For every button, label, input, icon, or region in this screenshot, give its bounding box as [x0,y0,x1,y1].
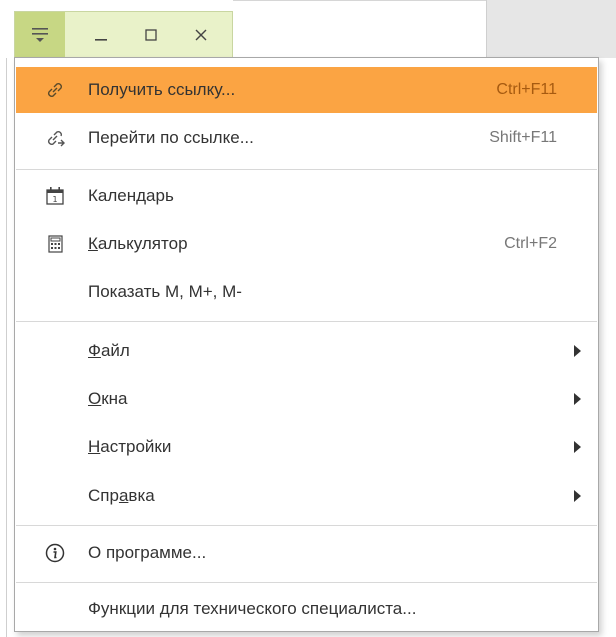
menu-item-tech-functions[interactable]: Функции для технического специалиста... [16,586,597,632]
menu-item-label: Настройки [88,424,171,470]
menu-item-label: О программе... [88,543,207,562]
menu-item-shortcut: Shift+F11 [489,129,557,146]
label-accelerator: К [88,234,98,253]
menu-item-settings[interactable]: Настройки [16,424,597,470]
label-accelerator: О [88,389,102,408]
menu-item-label: Получить ссылку... [88,80,236,99]
goto-link-icon [44,127,66,149]
menu-item-label: Функции для технического специалиста... [88,599,417,618]
svg-text:1: 1 [52,195,57,204]
maximize-button[interactable] [127,12,175,58]
menu-separator [16,169,597,170]
calendar-icon: 1 [44,185,66,207]
label-part: кна [101,389,128,408]
label-part: астройки [100,437,172,456]
menu-item-shortcut: Ctrl+F2 [504,235,557,252]
menu-separator [16,321,597,322]
menu-item-show-memory[interactable]: Показать M, M+, M- [16,269,597,315]
menu-item-about[interactable]: О программе... [16,530,597,576]
minimize-icon [95,39,107,41]
link-icon [44,79,66,101]
window-titlebar [14,11,233,58]
window-left-border [6,58,7,637]
hamburger-dropdown-icon [32,28,48,42]
main-menu-button[interactable] [15,12,65,58]
submenu-arrow-icon [574,393,581,405]
label-accelerator: Н [88,437,101,456]
label-accelerator: Ф [88,341,101,360]
main-dropdown-menu: Получить ссылку... Ctrl+F11 Перейти по с… [14,57,599,632]
menu-item-calculator[interactable]: Калькулятор Ctrl+F2 [16,221,597,267]
menu-item-goto-link[interactable]: Перейти по ссылке... Shift+F11 [16,115,597,161]
minimize-button[interactable] [77,12,125,58]
menu-item-label: Окна [88,376,128,422]
background-panel [486,0,616,58]
menu-item-label: Справка [88,473,155,519]
menu-separator [16,525,597,526]
close-icon [195,29,207,41]
label-part: вка [128,486,155,505]
menu-item-label: Календарь [88,186,174,205]
info-icon [44,542,66,564]
menu-item-label: Показать M, M+, M- [88,282,242,301]
menu-item-shortcut: Ctrl+F11 [496,81,557,98]
submenu-arrow-icon [574,490,581,502]
screen: Получить ссылку... Ctrl+F11 Перейти по с… [0,0,616,637]
close-button[interactable] [177,12,225,58]
menu-item-calendar[interactable]: 1 Календарь [16,173,597,219]
menu-separator [16,582,597,583]
menu-item-label: Перейти по ссылке... [88,128,254,147]
label-part: алькулятор [97,234,188,253]
menu-item-get-link[interactable]: Получить ссылку... Ctrl+F11 [16,67,597,113]
label-accelerator: а [118,486,129,505]
submenu-arrow-icon [574,441,581,453]
menu-item-windows[interactable]: Окна [16,376,597,422]
maximize-icon [145,29,157,41]
label-part: Спр [88,486,119,505]
menu-item-file[interactable]: Файл [16,328,597,374]
menu-item-label: Файл [88,328,130,374]
submenu-arrow-icon [574,345,581,357]
menu-item-label: Калькулятор [88,221,188,267]
menu-item-help[interactable]: Справка [16,473,597,519]
label-part: айл [100,341,130,360]
calculator-icon [44,233,66,255]
